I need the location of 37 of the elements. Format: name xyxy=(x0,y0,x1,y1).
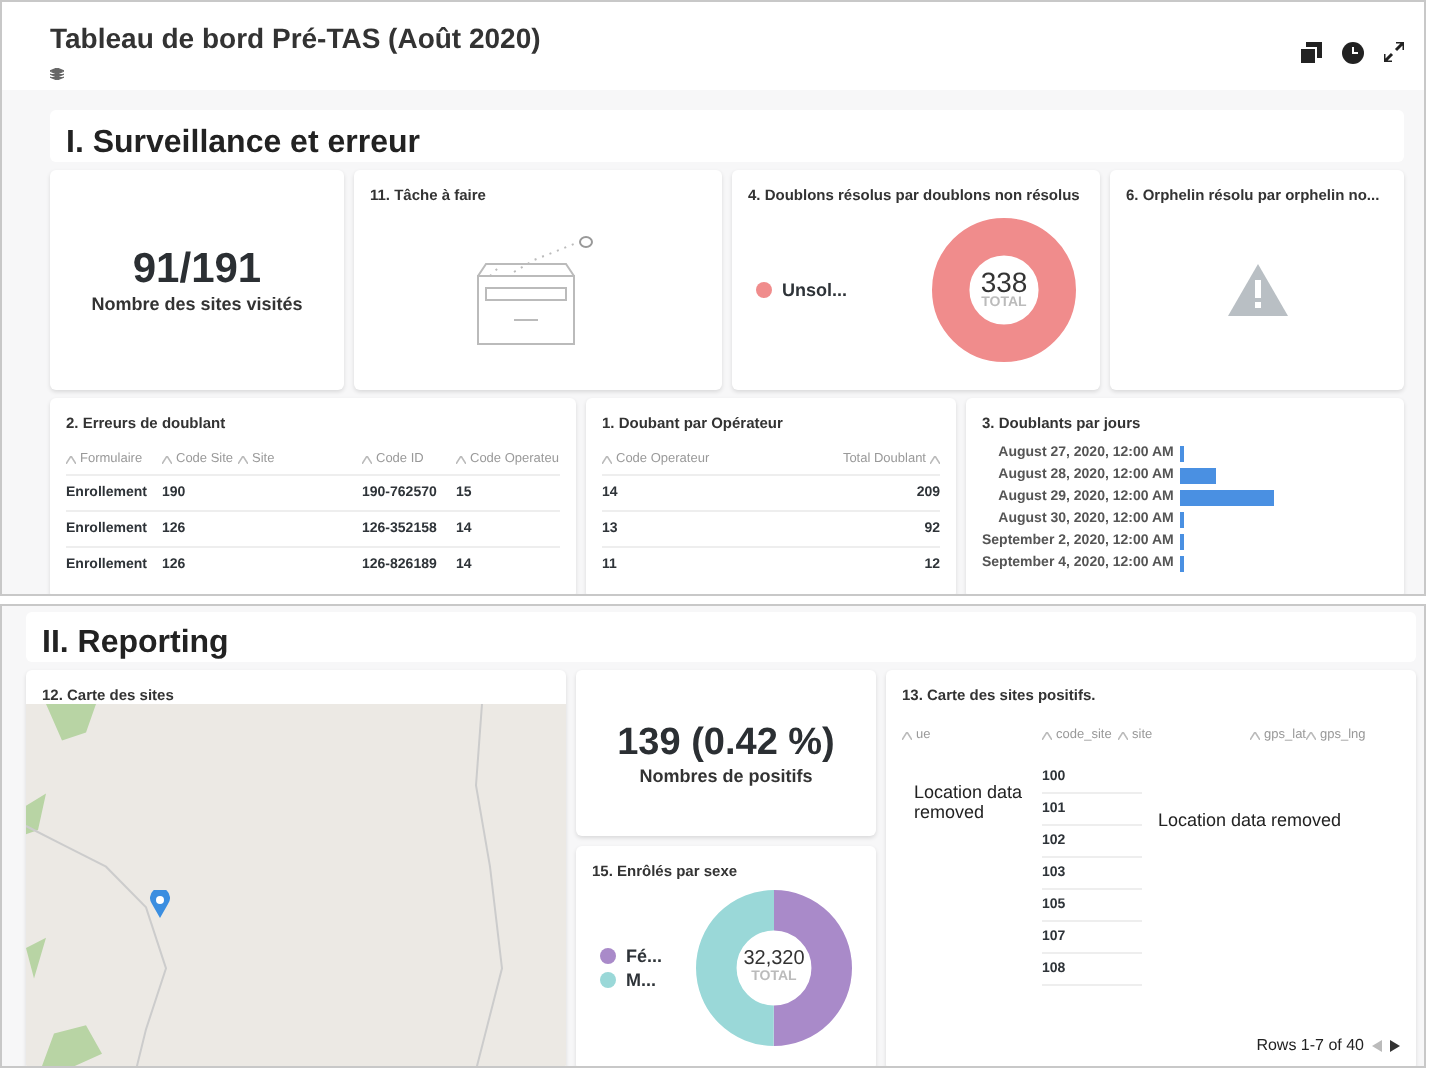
sort-icon[interactable] xyxy=(1118,731,1128,739)
previous-icon[interactable] xyxy=(1372,1039,1382,1051)
donut-chart xyxy=(932,217,1076,361)
legend-label[interactable]: M... xyxy=(626,969,656,989)
stat-label: Nombre des sites visités xyxy=(91,294,303,314)
sort-icon[interactable] xyxy=(162,455,172,463)
stat-value: 139 (0.42 %) xyxy=(617,721,835,765)
sort-icon[interactable] xyxy=(1042,731,1052,739)
sort-icon[interactable] xyxy=(66,455,76,463)
sort-icon[interactable] xyxy=(1306,731,1316,739)
section-heading: II. Reporting xyxy=(26,612,1416,662)
redaction-note: Location data removed xyxy=(912,780,1025,826)
warning-icon xyxy=(1227,263,1287,315)
location-pin-icon[interactable] xyxy=(150,890,170,918)
stat-value: 91/191 xyxy=(132,246,262,294)
sort-icon[interactable] xyxy=(602,455,612,463)
redaction-note: Location data removed xyxy=(1156,808,1344,834)
legend-label[interactable]: Fé... xyxy=(626,945,663,965)
dashboard-title: Tableau de bord Pré-TAS (Août 2020) xyxy=(50,22,541,54)
donut-total: 32,320 xyxy=(743,950,805,970)
sort-icon[interactable] xyxy=(902,731,912,739)
copy-icon[interactable] xyxy=(1300,42,1322,64)
next-icon[interactable] xyxy=(1390,1039,1400,1051)
sort-icon[interactable] xyxy=(456,455,466,463)
section-heading: I. Surveillance et erreur xyxy=(50,110,1404,162)
layers-icon xyxy=(50,68,64,80)
sort-icon[interactable] xyxy=(1250,731,1261,739)
sort-icon[interactable] xyxy=(238,455,248,463)
fullscreen-icon[interactable] xyxy=(1384,42,1404,62)
pagination-label: Rows 1-7 of 40 xyxy=(1256,1036,1364,1054)
donut-total: 338 xyxy=(980,268,1028,296)
clock-icon[interactable] xyxy=(1342,42,1364,64)
sort-icon[interactable] xyxy=(362,455,372,463)
stat-label: Nombres de positifs xyxy=(639,765,813,785)
bar-chart-drawing xyxy=(1179,444,1276,574)
legend-label[interactable]: Unsol... xyxy=(782,279,848,299)
sort-icon[interactable] xyxy=(930,455,940,463)
